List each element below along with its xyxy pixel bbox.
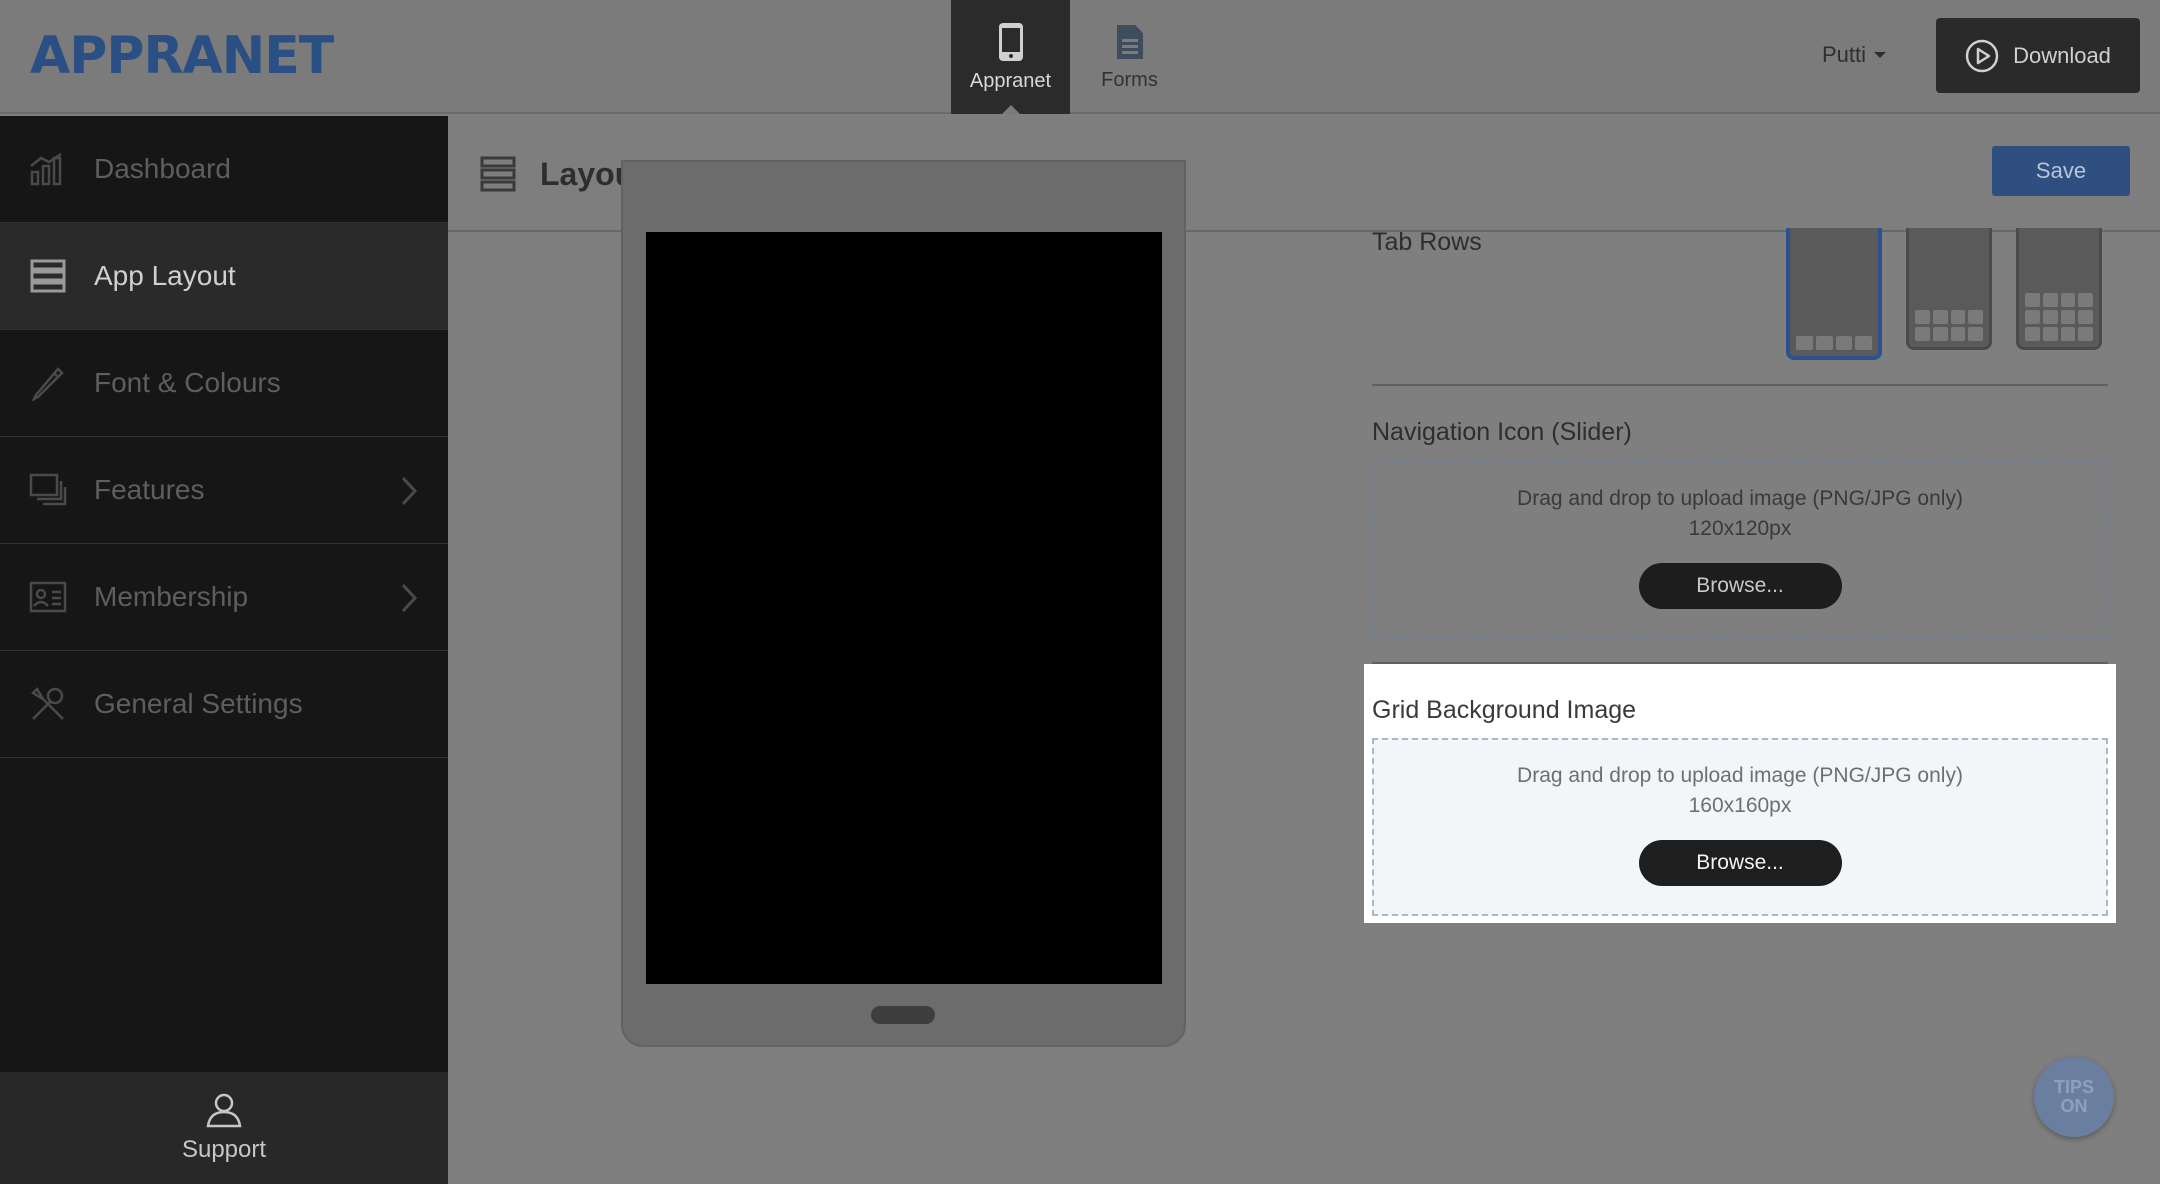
sidebar-item-label: Membership xyxy=(94,581,249,612)
layout-icon xyxy=(28,256,68,296)
download-button[interactable]: Download xyxy=(1936,18,2140,93)
grid-bg-dropzone[interactable]: Drag and drop to upload image (PNG/JPG o… xyxy=(1372,738,2108,916)
chevron-right-icon xyxy=(401,583,418,613)
grid-bg-label: Grid Background Image xyxy=(1372,696,1637,724)
user-icon xyxy=(206,1093,242,1128)
browse-button[interactable]: Browse... xyxy=(1638,840,1842,886)
sidebar-item-font-colours[interactable]: Font & Colours xyxy=(0,330,448,437)
tools-icon xyxy=(28,684,68,724)
play-circle-icon xyxy=(1965,39,1999,72)
id-card-icon xyxy=(28,577,68,617)
phone-icon xyxy=(998,22,1023,61)
sidebar-item-membership[interactable]: Membership xyxy=(0,544,448,651)
dropzone-hint: Drag and drop to upload image (PNG/JPG o… xyxy=(1517,764,1963,787)
divider xyxy=(1372,384,2108,386)
sidebar-item-features[interactable]: Features xyxy=(0,437,448,544)
sidebar-item-label: App Layout xyxy=(94,260,236,291)
phone-home-button xyxy=(871,1006,935,1024)
dropzone-size: 160x160px xyxy=(1688,794,1792,817)
browse-button[interactable]: Browse... xyxy=(1638,563,1842,609)
dropzone-size: 120x120px xyxy=(1688,517,1792,540)
document-icon xyxy=(1116,24,1143,59)
grid-background-section: Grid Background Image Drag and drop to u… xyxy=(1364,664,2116,923)
sidebar: Dashboard App Layout Font & Colours Feat… xyxy=(0,116,448,1184)
save-button[interactable]: Save xyxy=(1992,146,2130,196)
layout-icon xyxy=(480,156,516,192)
tab-rows-option-3[interactable] xyxy=(2016,228,2102,350)
nav-icon-dropzone[interactable]: Drag and drop to upload image (PNG/JPG o… xyxy=(1372,461,2108,639)
user-name: Putti xyxy=(1822,42,1867,67)
tab-rows-option-2[interactable] xyxy=(1906,228,1992,350)
tab-rows-options xyxy=(1786,228,2102,360)
tab-appranet-label: Appranet xyxy=(969,69,1052,92)
tab-rows-label: Tab Rows xyxy=(1372,228,1482,256)
pencil-icon xyxy=(28,363,68,403)
tips-line2: ON xyxy=(2060,1096,2088,1116)
support-label: Support xyxy=(181,1136,267,1163)
sidebar-item-label: Font & Colours xyxy=(94,367,281,398)
appranet-logo[interactable]: APPRANET xyxy=(30,26,334,86)
dropzone-hint: Drag and drop to upload image (PNG/JPG o… xyxy=(1517,487,1963,510)
sidebar-item-dashboard[interactable]: Dashboard xyxy=(0,116,448,223)
tab-forms[interactable]: Forms xyxy=(1070,0,1189,114)
sidebar-item-label: Dashboard xyxy=(94,153,231,184)
bar-chart-icon xyxy=(28,149,68,189)
phone-preview-screen xyxy=(646,232,1162,984)
tips-toggle-button[interactable]: TIPS ON xyxy=(2034,1057,2114,1137)
sidebar-item-label: General Settings xyxy=(94,688,303,719)
support-button[interactable]: Support xyxy=(0,1072,448,1184)
tab-appranet[interactable]: Appranet xyxy=(951,0,1070,114)
tab-forms-label: Forms xyxy=(1101,68,1158,91)
top-bar: APPRANET Appranet Forms Putti Download xyxy=(0,0,2160,114)
sidebar-item-label: Features xyxy=(94,474,205,505)
tab-rows-option-1[interactable] xyxy=(1786,228,1882,360)
stack-icon xyxy=(28,470,68,510)
user-menu[interactable]: Putti xyxy=(1822,42,1887,68)
top-tab-nav: Appranet Forms xyxy=(951,0,1189,114)
chevron-right-icon xyxy=(401,476,418,506)
sidebar-item-app-layout[interactable]: App Layout xyxy=(0,223,448,330)
tips-line1: TIPS xyxy=(2053,1077,2094,1098)
sidebar-item-general-settings[interactable]: General Settings xyxy=(0,651,448,758)
caret-down-icon xyxy=(1874,52,1887,58)
nav-icon-label: Navigation Icon (Slider) xyxy=(1372,418,1632,446)
download-label: Download xyxy=(2013,42,2111,68)
